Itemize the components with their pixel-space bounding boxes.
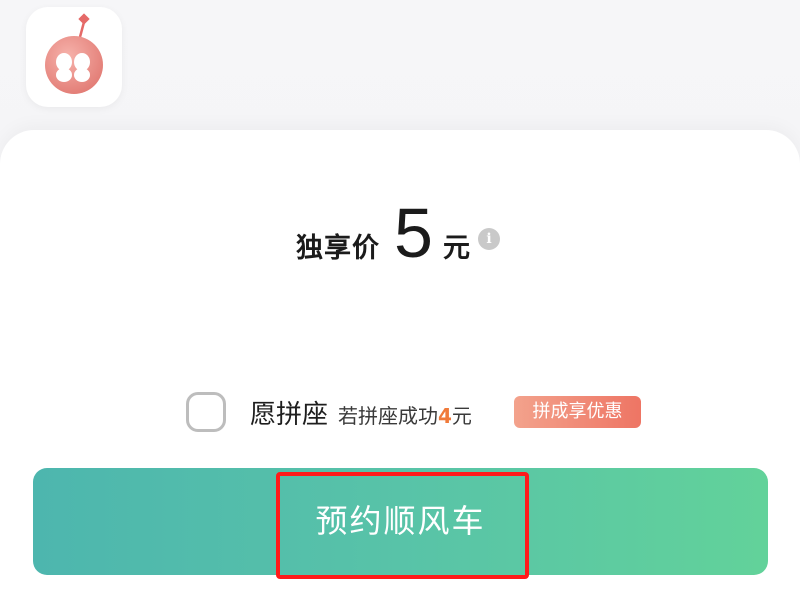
price-label: 独享价 (296, 233, 380, 264)
carpool-option: 愿拼座 若拼座成功4元 拼成享优惠 (0, 388, 800, 438)
book-ride-label: 预约顺风车 (315, 502, 486, 540)
price-currency: 元 (442, 233, 470, 264)
price-display: 独享价 5 元 (296, 198, 470, 268)
carpool-note-amount: 4 (438, 404, 452, 428)
carpool-price-note: 若拼座成功4元 (338, 400, 472, 429)
book-ride-button[interactable]: 预约顺风车 (33, 468, 768, 575)
mascot-logo-icon (45, 13, 103, 94)
carpool-label[interactable]: 愿拼座 (250, 394, 328, 431)
app-logo (26, 7, 122, 107)
carpool-discount-badge: 拼成享优惠 (514, 396, 641, 428)
carpool-note-prefix: 若拼座成功 (338, 404, 438, 428)
price-info-icon[interactable]: i (478, 228, 500, 250)
carpool-checkbox[interactable] (186, 392, 226, 432)
screen: 独享价 5 元 i 愿拼座 若拼座成功4元 拼成享优惠 预约顺风车 (0, 0, 800, 600)
carpool-note-unit: 元 (451, 404, 472, 428)
price-amount: 5 (394, 194, 433, 272)
booking-card: 独享价 5 元 i 愿拼座 若拼座成功4元 拼成享优惠 预约顺风车 (0, 130, 800, 600)
